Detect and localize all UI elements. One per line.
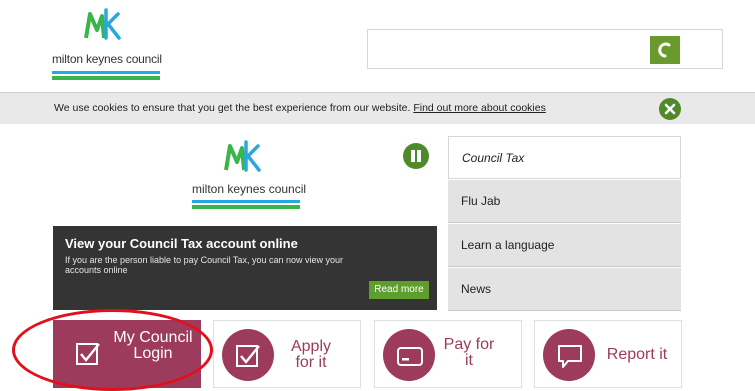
search-icon bbox=[658, 42, 671, 58]
tab-flu-jab[interactable]: Flu Jab bbox=[448, 180, 681, 223]
close-icon bbox=[664, 103, 676, 115]
checkbox-icon bbox=[236, 345, 260, 367]
pay-label: Pay for it bbox=[443, 336, 495, 369]
tab-council-tax[interactable]: Council Tax bbox=[448, 136, 681, 179]
cookie-more-link[interactable]: Find out more about cookies bbox=[413, 102, 546, 114]
pause-icon-bar bbox=[417, 150, 421, 162]
pause-icon bbox=[411, 150, 415, 162]
credit-card-icon bbox=[397, 347, 423, 366]
banner-logo-bar-blue bbox=[192, 200, 300, 203]
promo-title: View your Council Tax account online bbox=[65, 236, 298, 251]
mk-logo-mark-icon bbox=[224, 140, 261, 172]
carousel-pause-button[interactable] bbox=[403, 143, 429, 169]
apply-icon-circle bbox=[222, 329, 274, 381]
logo-bar-blue bbox=[52, 71, 160, 74]
pay-for-it-button[interactable]: Pay for it bbox=[374, 320, 522, 388]
logo-text: milton keynes council bbox=[52, 52, 162, 66]
tab-news[interactable]: News bbox=[448, 268, 681, 311]
search-input[interactable] bbox=[367, 29, 723, 69]
apply-label: Apply for it bbox=[290, 338, 332, 371]
cookie-close-button[interactable] bbox=[659, 98, 681, 120]
banner-logo: milton keynes council bbox=[192, 140, 306, 212]
report-icon-circle bbox=[543, 329, 595, 381]
mk-logo-mark-icon bbox=[84, 8, 121, 40]
logo-bar-green bbox=[52, 76, 160, 80]
report-label: Report it bbox=[606, 346, 668, 363]
apply-for-it-button[interactable]: Apply for it bbox=[213, 320, 361, 388]
cookie-bar: We use cookies to ensure that you get th… bbox=[0, 92, 755, 124]
login-label: My Council Login bbox=[113, 329, 193, 362]
carousel-tabs: Council Tax Flu Jab Learn a language New… bbox=[448, 136, 681, 311]
tab-learn-a-language[interactable]: Learn a language bbox=[448, 224, 681, 267]
read-more-button[interactable]: Read more bbox=[369, 281, 429, 299]
cookie-message: We use cookies to ensure that you get th… bbox=[54, 102, 546, 114]
banner-logo-bar-green bbox=[192, 205, 300, 209]
my-council-login-button[interactable]: My Council Login bbox=[53, 320, 201, 388]
checkbox-icon bbox=[76, 343, 100, 365]
cookie-text: We use cookies to ensure that you get th… bbox=[54, 102, 411, 114]
report-it-button[interactable]: Report it bbox=[534, 320, 682, 388]
promo-body: If you are the person liable to pay Coun… bbox=[65, 255, 343, 275]
site-logo[interactable]: milton keynes council bbox=[52, 8, 162, 80]
promo-panel: View your Council Tax account online If … bbox=[53, 226, 437, 310]
speech-bubble-icon bbox=[558, 345, 582, 368]
search-button[interactable] bbox=[650, 36, 680, 64]
pay-icon-circle bbox=[383, 329, 435, 381]
banner-logo-text: milton keynes council bbox=[192, 182, 307, 196]
